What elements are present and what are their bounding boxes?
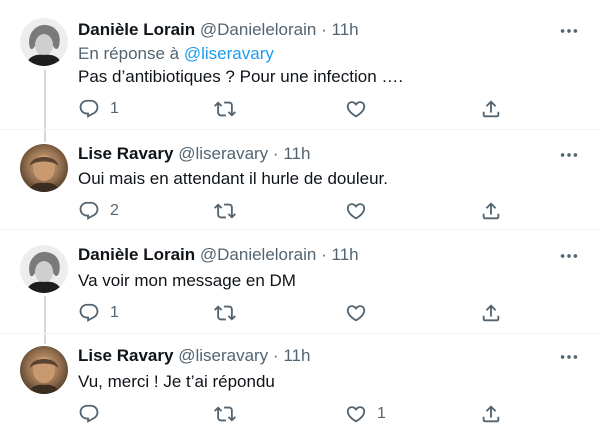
author-handle[interactable]: @Danielelorain (200, 20, 317, 39)
replying-to: En réponse à @liseravary (78, 43, 274, 65)
like-button[interactable]: 1 (345, 402, 386, 426)
tweet-header: Danièle Lorain @Danielelorain · 11h (78, 19, 359, 41)
separator-dot: · (321, 245, 327, 264)
author-name[interactable]: Lise Ravary (78, 346, 173, 365)
heart-icon (345, 302, 367, 324)
reply-count: 1 (110, 100, 119, 117)
tweet-actions: 1 (78, 97, 508, 121)
more-icon[interactable] (558, 20, 580, 42)
like-button[interactable] (345, 301, 377, 325)
share-button[interactable] (480, 199, 502, 223)
heart-icon (345, 200, 367, 222)
reply-button[interactable] (78, 402, 110, 426)
timestamp[interactable]: 11h (332, 20, 359, 39)
reply-button[interactable]: 2 (78, 199, 119, 223)
like-button[interactable] (345, 199, 377, 223)
tweet[interactable]: Danièle Lorain @Danielelorain · 11h Va v… (0, 230, 600, 334)
more-icon[interactable] (558, 144, 580, 166)
share-button[interactable] (480, 301, 502, 325)
reply-icon (78, 98, 100, 120)
reply-button[interactable]: 1 (78, 97, 119, 121)
tweet-actions: 2 (78, 199, 508, 223)
like-button[interactable] (345, 97, 377, 121)
share-button[interactable] (480, 402, 502, 426)
reply-icon (78, 302, 100, 324)
reply-button[interactable]: 1 (78, 301, 119, 325)
author-name[interactable]: Danièle Lorain (78, 245, 195, 264)
reply-count: 1 (110, 304, 119, 321)
avatar[interactable] (20, 346, 68, 394)
tweet[interactable]: Danièle Lorain @Danielelorain · 11h En r… (0, 0, 600, 130)
separator-dot: · (272, 346, 279, 365)
author-name[interactable]: Lise Ravary (78, 144, 173, 163)
retweet-icon (214, 403, 236, 425)
more-icon[interactable] (558, 346, 580, 368)
tweet-actions: 1 (78, 301, 508, 325)
share-icon (480, 302, 502, 324)
retweet-button[interactable] (214, 301, 246, 325)
author-name[interactable]: Danièle Lorain (78, 20, 195, 39)
tweet-thread: Danièle Lorain @Danielelorain · 11h En r… (0, 0, 600, 444)
more-icon[interactable] (558, 245, 580, 267)
avatar[interactable] (20, 245, 68, 293)
replying-to-label: En réponse à (78, 44, 180, 63)
reply-count: 2 (110, 202, 119, 219)
retweet-button[interactable] (214, 97, 246, 121)
separator-dot: · (272, 144, 279, 163)
timestamp[interactable]: 11h (332, 245, 359, 264)
tweet-text: Vu, merci ! Je t’ai répondu (78, 372, 275, 391)
reply-icon (78, 403, 100, 425)
tweet-header: Danièle Lorain @Danielelorain · 11h (78, 244, 359, 266)
reply-icon (78, 200, 100, 222)
like-count: 1 (377, 405, 386, 422)
tweet-text: Pas d’antibiotiques ? Pour une infection… (78, 67, 404, 86)
timestamp[interactable]: 11h (283, 144, 310, 163)
retweet-icon (214, 98, 236, 120)
share-button[interactable] (480, 97, 502, 121)
mention-link[interactable]: @liseravary (184, 44, 274, 63)
tweet-header: Lise Ravary @liseravary · 11h (78, 143, 310, 165)
tweet-text: Oui mais en attendant il hurle de douleu… (78, 169, 388, 188)
tweet[interactable]: Lise Ravary @liseravary · 11h Oui mais e… (0, 130, 600, 230)
heart-icon (345, 403, 367, 425)
separator-dot: · (321, 20, 327, 39)
author-handle[interactable]: @liseravary (178, 144, 268, 163)
retweet-button[interactable] (214, 402, 246, 426)
author-handle[interactable]: @Danielelorain (200, 245, 317, 264)
retweet-icon (214, 200, 236, 222)
tweet-actions: 1 (78, 402, 508, 426)
timestamp[interactable]: 11h (283, 346, 310, 365)
avatar[interactable] (20, 144, 68, 192)
heart-icon (345, 98, 367, 120)
tweet-text: Va voir mon message en DM (78, 271, 296, 290)
avatar[interactable] (20, 18, 68, 66)
retweet-icon (214, 302, 236, 324)
author-handle[interactable]: @liseravary (178, 346, 268, 365)
tweet-header: Lise Ravary @liseravary · 11h (78, 345, 310, 367)
share-icon (480, 98, 502, 120)
share-icon (480, 403, 502, 425)
retweet-button[interactable] (214, 199, 246, 223)
tweet[interactable]: Lise Ravary @liseravary · 11h Vu, merci … (0, 334, 600, 444)
share-icon (480, 200, 502, 222)
